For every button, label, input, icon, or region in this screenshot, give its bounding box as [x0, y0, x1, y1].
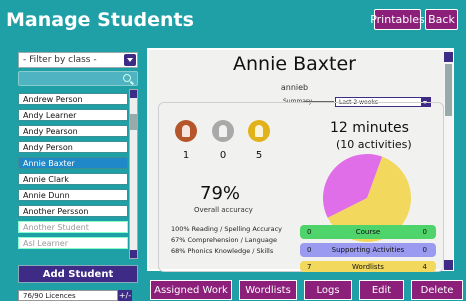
licences-count: 76/90 Licences: [18, 290, 118, 301]
add-student-button[interactable]: Add Student: [18, 265, 138, 283]
course-count-left: 0: [307, 228, 312, 236]
summary-scrollbar[interactable]: [444, 52, 453, 270]
silver-medal-icon: [212, 120, 234, 142]
logs-button[interactable]: Logs: [304, 280, 352, 300]
scroll-down-icon[interactable]: [444, 260, 453, 270]
scroll-down-icon[interactable]: [130, 250, 137, 258]
student-list-item[interactable]: Andy Learner: [18, 109, 128, 121]
accuracy-label: Overall accuracy: [194, 206, 253, 214]
class-filter-select[interactable]: - Filter by class -: [18, 52, 138, 68]
student-list-item[interactable]: Asl Learner: [18, 237, 128, 249]
back-button[interactable]: Back: [425, 9, 458, 30]
class-filter-label: - Filter by class -: [23, 55, 97, 65]
supporting-count-left: 0: [307, 246, 312, 254]
wordlists-breakdown: 7 Wordlists 4: [300, 261, 436, 272]
assigned-work-button[interactable]: Assigned Work: [150, 280, 232, 300]
bronze-medal-count: 1: [182, 150, 190, 161]
wordlists-label: Wordlists: [352, 262, 384, 271]
student-list: Andrew Person Andy Learner Andy Pearson …: [18, 89, 128, 259]
student-list-scrollbar[interactable]: [129, 89, 138, 259]
student-username: annieb: [280, 83, 309, 92]
wordlists-button[interactable]: Wordlists: [239, 280, 297, 300]
course-label: Course: [355, 228, 381, 236]
activities-count: (10 activities): [336, 138, 412, 151]
wordlists-count-right: 4: [422, 262, 427, 271]
course-count-right: 0: [422, 228, 427, 236]
student-list-item[interactable]: Andy Pearson: [18, 125, 128, 137]
scroll-thumb[interactable]: [445, 64, 452, 116]
gold-medal-icon: [248, 120, 270, 142]
accuracy-stat: 100% Reading / Spelling Accuracy: [171, 225, 283, 233]
course-breakdown: 0 Course 0: [300, 225, 436, 239]
scroll-thumb[interactable]: [130, 114, 137, 130]
student-name: Annie Baxter: [233, 53, 356, 75]
silver-medal-count: 0: [219, 150, 227, 161]
printables-button[interactable]: Printables: [370, 9, 425, 30]
page-title: Manage Students: [6, 9, 194, 31]
student-list-item[interactable]: Andrew Person: [18, 93, 128, 105]
edit-button[interactable]: Edit: [359, 280, 404, 300]
bronze-medal-icon: [175, 120, 197, 142]
student-list-item[interactable]: Annie Dunn: [18, 189, 128, 201]
scroll-up-icon[interactable]: [444, 52, 453, 62]
accuracy-stat: 67% Comprehension / Language: [171, 236, 277, 244]
gold-medal-count: 5: [255, 150, 263, 161]
supporting-activities-breakdown: 0 Supporting Activities 0: [300, 243, 436, 257]
wordlists-count-left: 7: [307, 262, 312, 271]
accuracy-stat: 68% Phonics Knowledge / Skills: [171, 247, 274, 255]
student-list-item[interactable]: Another Persson: [18, 205, 128, 217]
chevron-down-icon[interactable]: [124, 54, 136, 66]
supporting-label: Supporting Activities: [331, 246, 405, 254]
student-list-item-selected[interactable]: Annie Baxter: [18, 157, 128, 169]
student-list-item[interactable]: Annie Clark: [18, 173, 128, 185]
scroll-up-icon[interactable]: [130, 90, 137, 98]
minutes-total: 12 minutes: [330, 120, 409, 136]
delete-button[interactable]: Delete: [411, 280, 463, 300]
licences-adjust-button[interactable]: +/-: [118, 290, 132, 301]
student-list-item[interactable]: Another Student: [18, 221, 128, 233]
student-list-item[interactable]: Andy Person: [18, 141, 128, 153]
accuracy-percent: 79%: [200, 183, 241, 204]
supporting-count-right: 0: [422, 246, 427, 254]
search-icon: [123, 74, 131, 82]
student-search-input[interactable]: [18, 71, 138, 86]
